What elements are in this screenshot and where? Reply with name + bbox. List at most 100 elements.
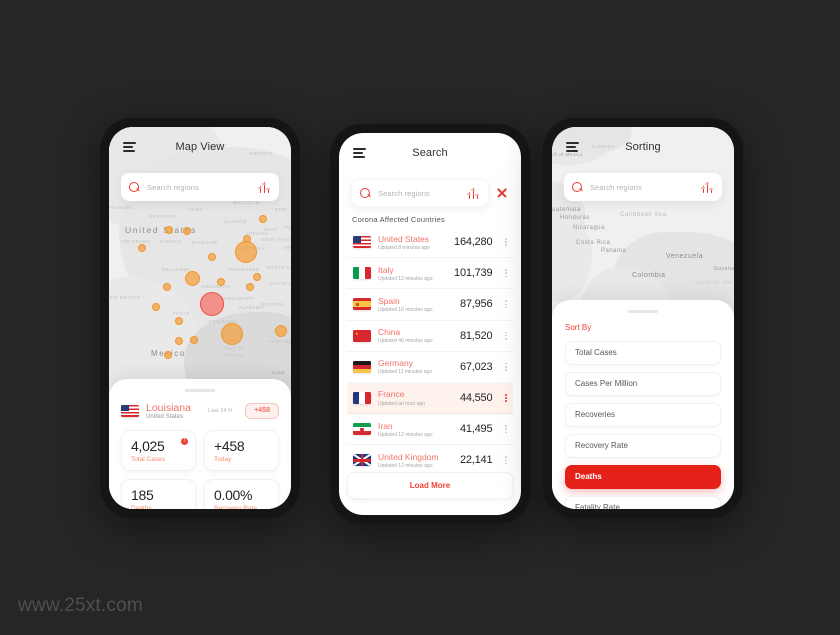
stat-value: 185 [131, 486, 154, 503]
stat-card[interactable]: 185 Deaths [121, 478, 196, 509]
drag-handle[interactable] [628, 310, 658, 313]
map-bubble[interactable] [190, 336, 198, 344]
map-label: PENN [285, 225, 291, 230]
country-list: United States Updated 8 minutes ago 164,… [347, 227, 513, 507]
map-label: ARKANSAS [202, 284, 231, 289]
sort-option-deaths[interactable]: Deaths [565, 464, 721, 489]
load-more-button[interactable]: Load More [347, 472, 513, 499]
equalizer-icon[interactable] [467, 187, 480, 199]
map-bubble[interactable] [221, 323, 243, 345]
sort-sheet: Sort By Total Cases Cases Per Million Re… [552, 300, 734, 509]
sort-option-fatality-rate[interactable]: Fatality Rate [565, 495, 721, 509]
map-label: FLORIDA [269, 339, 291, 344]
delta-badge: +458 [245, 402, 279, 419]
map-bubble[interactable] [138, 244, 146, 252]
map-label: STATE OF RORAIMA [695, 280, 734, 285]
map-bubble[interactable] [152, 303, 160, 311]
country-updated: Updated 12 minutes ago [378, 463, 433, 469]
country-cases: 67,023 [459, 360, 493, 373]
flag-fr-icon [353, 392, 371, 405]
map-label: WYOMING [109, 205, 133, 210]
map-label: GEORGIA [261, 302, 286, 307]
map-bubble[interactable] [175, 337, 183, 345]
map-bubble[interactable] [275, 325, 287, 337]
search-input[interactable]: Search regions [351, 179, 489, 207]
more-options-icon[interactable] [505, 300, 507, 309]
list-item[interactable]: Germany Updated 11 minutes ago 67,023 [347, 352, 513, 383]
map-bubble[interactable] [163, 283, 171, 291]
search-input[interactable]: Search regions [121, 173, 279, 201]
page-title: Search [412, 147, 448, 159]
map-bubble[interactable] [246, 283, 254, 291]
flag-gb-icon [353, 454, 371, 467]
more-options-icon[interactable] [505, 394, 507, 403]
map-bubble[interactable] [253, 273, 261, 281]
map-bubble[interactable] [208, 253, 216, 261]
close-icon[interactable] [495, 186, 509, 200]
map-label: Costa Rica [576, 240, 611, 246]
country-updated: Updated 11 minutes ago [378, 369, 433, 376]
map-label: ILLINOIS [224, 219, 247, 224]
stat-label: Deaths [131, 505, 152, 509]
page-title: Map View [175, 141, 225, 153]
hamburger-menu-icon[interactable] [353, 147, 366, 159]
list-item[interactable]: Italy Updated 12 minutes ago 101,739 [347, 258, 513, 290]
phone-sorting: FLORIDA Gulf of Mexico Puerto Rico Carib… [543, 118, 743, 518]
equalizer-icon[interactable] [701, 181, 714, 193]
drag-handle[interactable] [185, 389, 215, 392]
more-options-icon[interactable] [505, 362, 507, 371]
list-item[interactable]: France Updated an hour ago 44,550 [347, 382, 513, 415]
country-name: China [378, 327, 401, 338]
map-bubble[interactable] [217, 278, 225, 286]
map-bubble[interactable] [259, 215, 267, 223]
map-label: NEW MEXICO [109, 295, 141, 300]
more-options-icon[interactable] [505, 456, 507, 465]
map-bubble[interactable] [175, 317, 183, 325]
map-label: Nicaragua [573, 225, 605, 231]
list-item[interactable]: Spain Updated 16 minutes ago 87,956 [347, 289, 513, 321]
map-bubble[interactable] [183, 227, 191, 235]
stat-card[interactable]: 0.00% Recovery Rate [204, 478, 279, 509]
flag-it-icon [353, 267, 371, 280]
more-options-icon[interactable] [505, 425, 507, 434]
screen-map-view: ONTARIO SOUTH DAKOTA WISCONSIN MICHIGAN … [109, 127, 291, 509]
search-bar-sorting: Search regions [564, 173, 722, 201]
mockup-stage: ONTARIO SOUTH DAKOTA WISCONSIN MICHIGAN … [0, 0, 840, 635]
hamburger-menu-icon[interactable] [566, 141, 579, 153]
region-header: Louisiana United States Last 24 H +458 [121, 402, 279, 420]
map-bubble[interactable] [165, 226, 173, 234]
country-name: Germany [378, 358, 413, 369]
map-bubble[interactable] [200, 292, 224, 316]
topbar-search: Search [339, 133, 521, 173]
search-placeholder: Search regions [378, 188, 430, 198]
sort-option-recoveries[interactable]: Recoveries [565, 402, 721, 427]
list-item[interactable]: United States Updated 8 minutes ago 164,… [347, 227, 513, 259]
sort-option-total-cases[interactable]: Total Cases [565, 340, 721, 365]
map-label: Panama [601, 248, 627, 254]
more-options-icon[interactable] [505, 238, 507, 247]
sort-by-label: Sort By [565, 322, 592, 332]
more-options-icon[interactable] [505, 269, 507, 278]
stat-card[interactable]: 4,025 Total Cases ! [121, 429, 196, 471]
map-bubble[interactable] [164, 351, 172, 359]
country-name: Iran [378, 420, 393, 431]
map-label: TENNESSEE [228, 267, 260, 272]
sort-option-cases-per-million[interactable]: Cases Per Million [565, 371, 721, 396]
equalizer-icon[interactable] [258, 181, 271, 193]
map-bubble[interactable] [184, 270, 200, 286]
watermark: www.25xt.com [18, 595, 143, 616]
list-item[interactable]: Iran Updated 12 minutes ago 41,495 [347, 414, 513, 446]
map-label: Guatemala [552, 207, 581, 213]
country-cases: 41,495 [459, 423, 493, 436]
search-input[interactable]: Search regions [564, 173, 722, 201]
country-name: Spain [378, 295, 400, 306]
search-bar-search: Search regions [351, 179, 509, 207]
more-options-icon[interactable] [505, 331, 507, 340]
hamburger-menu-icon[interactable] [123, 141, 136, 153]
sort-option-recovery-rate[interactable]: Recovery Rate [565, 433, 721, 458]
stat-card[interactable]: +458 Today [204, 429, 279, 471]
list-item[interactable]: ★ China Updated 46 minutes ago 81,520 [347, 321, 513, 352]
map-bubble[interactable] [235, 241, 257, 263]
stat-label: Recovery Rate [214, 505, 257, 509]
map-label: VIRGINIA [283, 245, 291, 250]
